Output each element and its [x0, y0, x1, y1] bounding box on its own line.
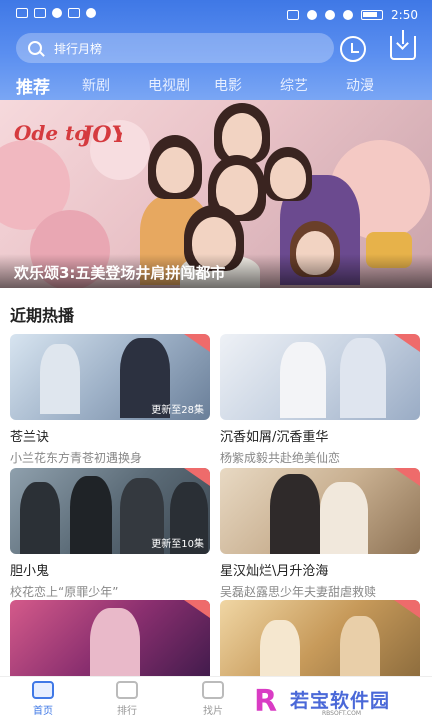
nav-home-label: 首页 [33, 706, 53, 717]
figure-shape [90, 608, 140, 686]
svg-text:JOY: JOY [78, 122, 122, 148]
wifi-icon [52, 8, 62, 18]
tab-recommend[interactable]: 推荐 [16, 73, 82, 104]
corner-badge [184, 600, 210, 618]
ranking-icon [116, 681, 138, 699]
drama-card[interactable]: 星汉灿烂\月升沧海 吴磊赵露思少年夫妻甜虐救赎 [220, 468, 420, 600]
drama-card[interactable] [220, 600, 420, 686]
drama-card[interactable] [10, 600, 210, 686]
status-left-icons [16, 8, 96, 18]
cast-face [222, 113, 262, 161]
app-status-icon [86, 8, 96, 18]
drama-name: 星汉灿烂\月升沧海 [220, 564, 329, 579]
eye-icon [307, 10, 318, 20]
status-bar: 2:50 [0, 0, 432, 30]
home-icon [32, 681, 54, 699]
tab-movie[interactable]: 电影 [214, 75, 280, 95]
corner-badge [394, 468, 420, 486]
corner-badge [394, 600, 420, 618]
figure-shape [70, 476, 112, 554]
drama-desc: 杨紫成毅共赴绝美仙恋 [220, 451, 341, 465]
drama-thumbnail [10, 600, 210, 686]
tab-tv-series[interactable]: 电视剧 [148, 75, 214, 95]
search-placeholder: 排行月榜 [54, 41, 103, 56]
watermark: R 若宝软件园 RBSOFT.COM [250, 680, 432, 720]
signal-icon [343, 10, 354, 20]
tab-variety[interactable]: 综艺 [280, 75, 346, 95]
sim-icon [16, 8, 28, 18]
nav-home[interactable]: 首页 [18, 681, 68, 717]
location-icon [325, 10, 336, 20]
corner-badge [184, 334, 210, 352]
download-icon[interactable] [390, 30, 416, 60]
episode-label: 更新至10集 [151, 539, 204, 550]
history-icon[interactable] [340, 36, 366, 62]
nav-ranking-label: 排行 [117, 706, 137, 717]
battery-icon [361, 10, 384, 20]
notification-icon [34, 8, 46, 18]
figure-shape [320, 482, 368, 554]
tab-anime[interactable]: 动漫 [346, 75, 412, 95]
drama-card[interactable]: 更新至28集 苍兰诀 小兰花东方青苍初遇换身 [10, 334, 210, 466]
app-screen: 2:50 排行月榜 推荐 新剧 电视剧 电影 综艺 动漫 Ode to JO 欢… [0, 0, 432, 720]
search-icon [28, 41, 42, 55]
hero-banner[interactable]: Ode to JOY 欢乐颂3:五美登场井肩拼闯都市 [0, 100, 432, 288]
corner-badge [394, 334, 420, 352]
figure-shape [280, 342, 326, 418]
status-time: 2:50 [391, 8, 418, 22]
watermark-text: 若宝软件园 [290, 690, 391, 712]
drama-card[interactable]: 沉香如屑/沉香重华 杨紫成毅共赴绝美仙恋 [220, 334, 420, 466]
nav-find[interactable]: 找片 [188, 681, 238, 717]
drama-thumbnail [220, 600, 420, 686]
episode-label: 更新至28集 [151, 405, 204, 416]
drama-desc: 校花恋上“原罪少年” [10, 585, 119, 599]
drama-desc: 小兰花东方青苍初遇换身 [10, 451, 143, 465]
nav-find-label: 找片 [203, 706, 223, 717]
status-right-icons: 2:50 [287, 8, 418, 22]
watermark-logo: R [254, 684, 278, 719]
drama-desc: 吴磊赵露思少年夫妻甜虐救赎 [220, 585, 377, 599]
headphone-icon [287, 10, 300, 20]
figure-shape [270, 474, 320, 554]
svg-text:Ode to: Ode to [14, 121, 88, 145]
nav-ranking[interactable]: 排行 [102, 681, 152, 717]
cast-face [156, 147, 194, 193]
header-background: 2:50 排行月榜 推荐 新剧 电视剧 电影 综艺 动漫 [0, 0, 432, 104]
tab-new-drama[interactable]: 新剧 [82, 75, 148, 95]
drama-name: 沉香如屑/沉香重华 [220, 430, 329, 445]
watermark-url: RBSOFT.COM [322, 710, 362, 717]
drama-name: 胆小鬼 [10, 564, 50, 579]
figure-shape [340, 338, 386, 418]
film-icon [202, 681, 224, 699]
figure-shape [20, 482, 60, 554]
drama-thumbnail: 更新至10集 [10, 468, 210, 554]
drama-thumbnail: 更新至28集 [10, 334, 210, 420]
banner-title: 欢乐颂3:五美登场井肩拼闯都市 [0, 254, 432, 288]
cast-face [270, 157, 306, 199]
category-tabs: 推荐 新剧 电视剧 电影 综艺 动漫 [0, 70, 432, 104]
drama-name: 苍兰诀 [10, 430, 50, 445]
figure-shape [40, 344, 80, 414]
message-icon [68, 8, 80, 18]
section-title: 近期热播 [10, 306, 75, 325]
drama-thumbnail [220, 468, 420, 554]
search-bar[interactable]: 排行月榜 [16, 33, 334, 63]
drama-card[interactable]: 更新至10集 胆小鬼 校花恋上“原罪少年” [10, 468, 210, 600]
show-logo: Ode to JOY [12, 118, 130, 148]
drama-thumbnail [220, 334, 420, 420]
